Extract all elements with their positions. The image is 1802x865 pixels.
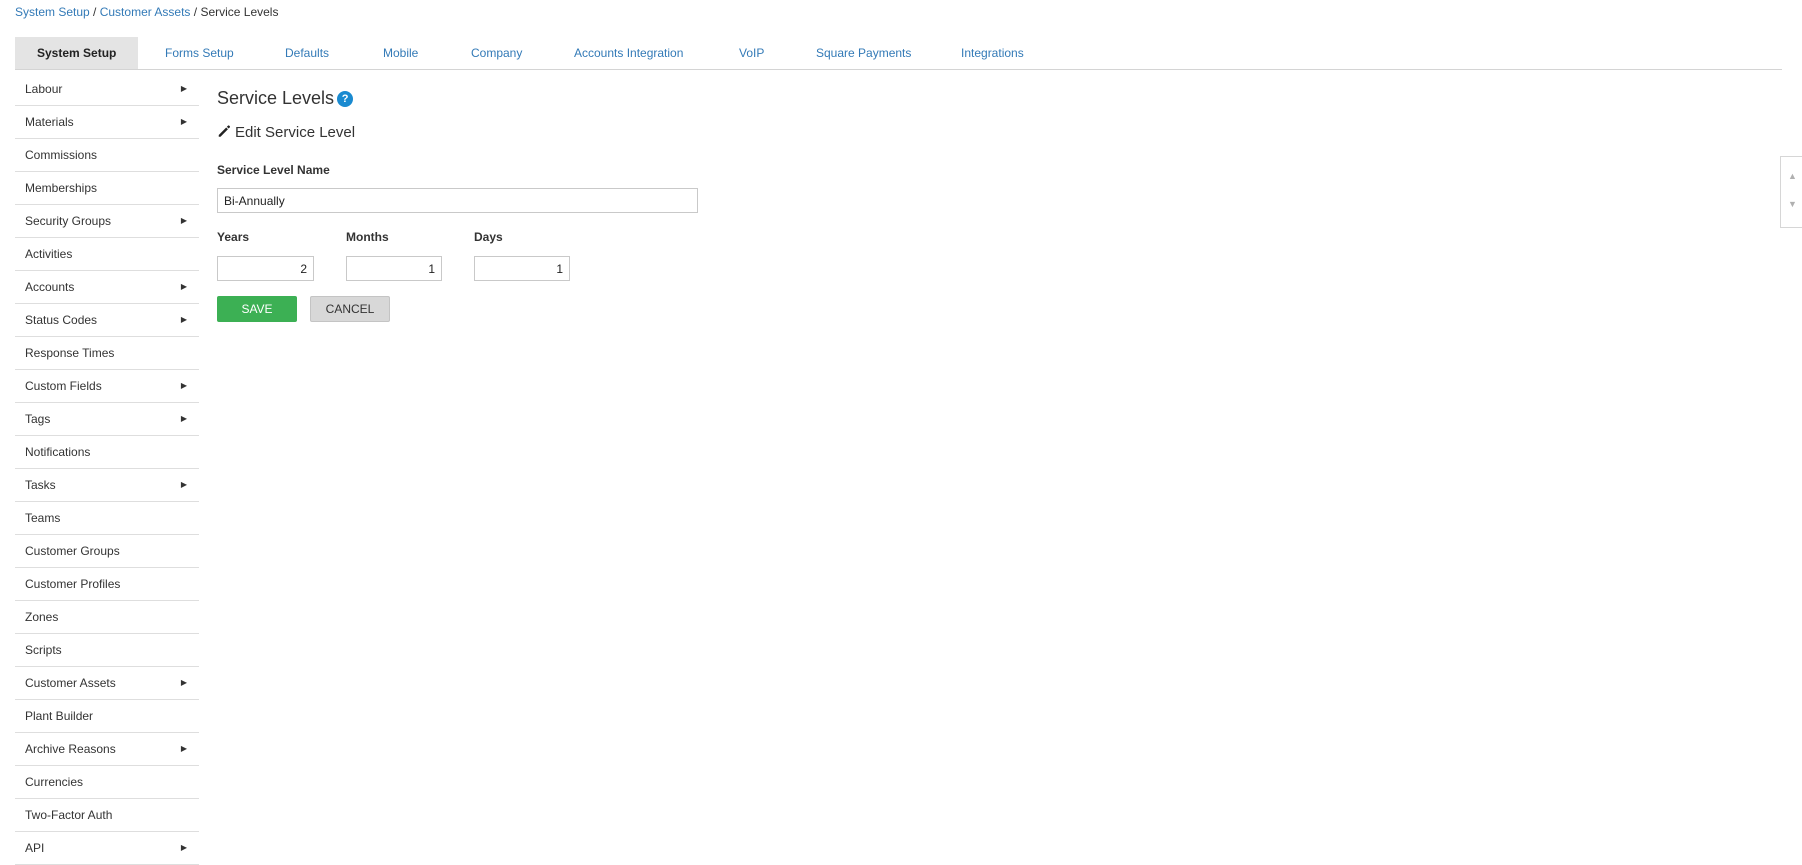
sidebar-menu: Labour ▶ Materials ▶ Commissions Membershi… — [15, 73, 199, 865]
sidebar-item-scripts[interactable]: Scripts — [15, 634, 199, 667]
sidebar-item-two-factor-auth[interactable]: Two-Factor Auth — [15, 799, 199, 832]
sidebar-item-custom-fields[interactable]: Custom Fields ▶ — [15, 370, 199, 403]
breadcrumb: System Setup / Customer Assets / Service… — [15, 5, 278, 19]
days-input[interactable] — [474, 256, 570, 281]
expand-arrow-icon: ▶ — [180, 480, 187, 489]
tab-mobile[interactable]: Mobile — [383, 37, 418, 69]
sidebar-item-label: Custom Fields — [25, 379, 102, 393]
expand-arrow-icon: ▶ — [180, 744, 187, 753]
sidebar-item-label: Tasks — [25, 478, 56, 492]
sidebar-item-label: Tags — [25, 412, 51, 426]
sidebar-item-api[interactable]: API ▶ — [15, 832, 199, 865]
sidebar-item-label: Status Codes — [25, 313, 98, 327]
breadcrumb-link-customer-assets[interactable]: Customer Assets — [100, 5, 191, 19]
breadcrumb-current: Service Levels — [200, 5, 279, 19]
sidebar-item-accounts[interactable]: Accounts ▶ — [15, 271, 199, 304]
sidebar-item-label: Security Groups — [25, 214, 112, 228]
sidebar-item-label: Memberships — [25, 181, 98, 195]
sidebar-item-label: Archive Reasons — [25, 742, 116, 756]
sidebar-item-tags[interactable]: Tags ▶ — [15, 403, 199, 436]
sidebar-item-security-groups[interactable]: Security Groups ▶ — [15, 205, 199, 238]
tab-square-payments[interactable]: Square Payments — [816, 37, 911, 69]
sidebar-item-notifications[interactable]: Notifications — [15, 436, 199, 469]
sidebar-item-label: Scripts — [25, 643, 62, 657]
sidebar-item-response-times[interactable]: Response Times — [15, 337, 199, 370]
cancel-button[interactable]: CANCEL — [310, 296, 390, 322]
breadcrumb-link-system-setup[interactable]: System Setup — [15, 5, 90, 19]
expand-arrow-icon: ▶ — [180, 414, 187, 423]
sidebar-item-currencies[interactable]: Currencies — [15, 766, 199, 799]
sidebar-item-customer-groups[interactable]: Customer Groups — [15, 535, 199, 568]
page-title: Service Levels? — [217, 88, 354, 109]
sidebar-item-label: Customer Profiles — [25, 577, 121, 591]
breadcrumb-separator: / — [190, 5, 201, 19]
sidebar-item-commissions[interactable]: Commissions — [15, 139, 199, 172]
breadcrumb-separator: / — [89, 5, 100, 19]
sidebar-item-tasks[interactable]: Tasks ▶ — [15, 469, 199, 502]
sidebar-item-label: API — [25, 841, 45, 855]
sidebar-item-memberships[interactable]: Memberships — [15, 172, 199, 205]
sidebar-item-customer-assets[interactable]: Customer Assets ▶ — [15, 667, 199, 700]
expand-arrow-icon: ▶ — [180, 84, 187, 93]
sidebar-item-labour[interactable]: Labour ▶ — [15, 73, 199, 106]
sidebar-item-zones[interactable]: Zones — [15, 601, 199, 634]
months-input[interactable] — [346, 256, 442, 281]
expand-arrow-icon: ▶ — [180, 216, 187, 225]
page-title-text: Service Levels — [217, 88, 335, 108]
service-level-name-input[interactable] — [217, 188, 698, 213]
tab-forms-setup[interactable]: Forms Setup — [165, 37, 234, 69]
sidebar-item-activities[interactable]: Activities — [15, 238, 199, 271]
sidebar-item-label: Two-Factor Auth — [25, 808, 113, 822]
tab-system-setup[interactable]: System Setup — [15, 37, 139, 69]
tab-voip[interactable]: VoIP — [739, 37, 764, 69]
sidebar-item-label: Plant Builder — [25, 709, 94, 723]
sidebar-item-label: Commissions — [25, 148, 98, 162]
sidebar-item-label: Zones — [25, 610, 59, 624]
expand-arrow-icon: ▶ — [180, 282, 187, 291]
sidebar-item-label: Activities — [25, 247, 73, 261]
service-level-name-label: Service Level Name — [217, 163, 330, 177]
section-title: Edit Service Level — [217, 124, 355, 141]
sidebar-item-materials[interactable]: Materials ▶ — [15, 106, 199, 139]
sidebar-item-plant-builder[interactable]: Plant Builder — [15, 700, 199, 733]
tab-integrations[interactable]: Integrations — [961, 37, 1024, 69]
expand-arrow-icon: ▶ — [180, 117, 187, 126]
days-label: Days — [474, 230, 503, 244]
tab-defaults[interactable]: Defaults — [285, 37, 329, 69]
save-button[interactable]: SAVE — [217, 296, 297, 322]
sidebar-item-teams[interactable]: Teams — [15, 502, 199, 535]
sidebar-item-label: Materials — [25, 115, 74, 129]
scroll-down-icon[interactable]: ▼ — [1788, 199, 1797, 209]
years-input[interactable] — [217, 256, 314, 281]
sidebar-item-label: Customer Groups — [25, 544, 120, 558]
expand-arrow-icon: ▶ — [180, 315, 187, 324]
expand-arrow-icon: ▶ — [180, 678, 187, 687]
sidebar-item-label: Customer Assets — [25, 676, 116, 690]
top-tabs: System Setup Forms Setup Defaults Mobile… — [15, 37, 1782, 70]
sidebar-item-label: Currencies — [25, 775, 84, 789]
sidebar-item-label: Labour — [25, 82, 63, 96]
expand-arrow-icon: ▶ — [180, 381, 187, 390]
expand-arrow-icon: ▶ — [180, 843, 187, 852]
sidebar-item-customer-profiles[interactable]: Customer Profiles — [15, 568, 199, 601]
section-title-text: Edit Service Level — [235, 124, 356, 141]
tab-accounts-integration[interactable]: Accounts Integration — [574, 37, 683, 69]
sidebar-item-label: Notifications — [25, 445, 91, 459]
sidebar-item-label: Teams — [25, 511, 61, 525]
tab-company[interactable]: Company — [471, 37, 522, 69]
sidebar-item-archive-reasons[interactable]: Archive Reasons ▶ — [15, 733, 199, 766]
sidebar-item-status-codes[interactable]: Status Codes ▶ — [15, 304, 199, 337]
sidebar-item-label: Response Times — [25, 346, 115, 360]
years-label: Years — [217, 230, 250, 244]
scroll-widget: ▲ ▼ — [1780, 156, 1802, 228]
sidebar-item-label: Accounts — [25, 280, 75, 294]
help-icon[interactable]: ? — [337, 91, 354, 107]
months-label: Months — [346, 230, 389, 244]
pencil-icon — [218, 125, 231, 137]
scroll-up-icon[interactable]: ▲ — [1788, 171, 1797, 181]
